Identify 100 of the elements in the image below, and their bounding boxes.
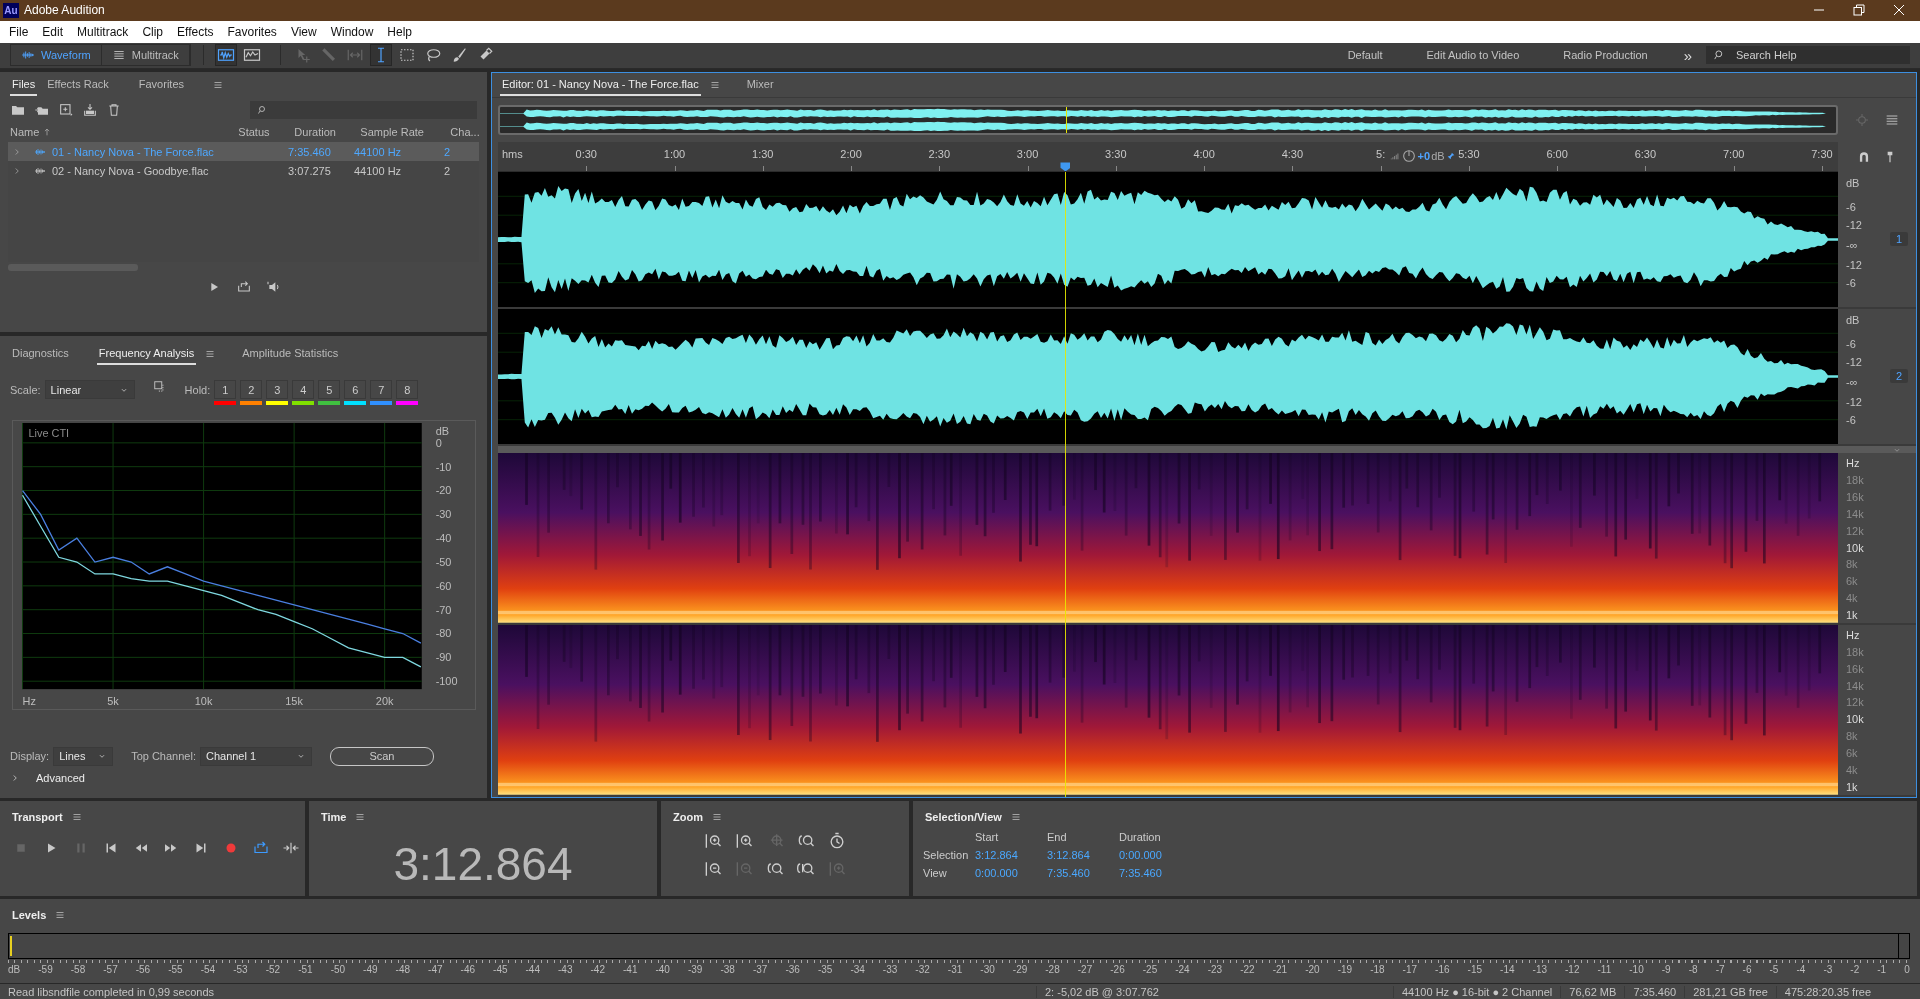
scale-label: -2 — [1850, 963, 1860, 975]
column-header[interactable]: Status — [238, 126, 295, 139]
pin-icon[interactable] — [1445, 151, 1456, 162]
scale-label: -28 — [1045, 963, 1060, 975]
scale-label: -17 — [1402, 963, 1418, 975]
magnet-icon[interactable] — [1857, 150, 1871, 165]
menu-item[interactable]: Help — [380, 24, 420, 39]
hold-button[interactable]: 2 — [240, 380, 263, 400]
time-value[interactable]: 7:35.460 — [1119, 866, 1199, 879]
ruler-label: 0:30 — [575, 148, 597, 161]
column-header[interactable]: Duration — [294, 126, 361, 139]
hold-button[interactable]: 5 — [318, 380, 341, 400]
hold-button[interactable]: 8 — [396, 380, 419, 400]
time-value[interactable]: 3:12.864 — [975, 848, 1047, 861]
gain-unit: dB — [1431, 150, 1445, 163]
ruler-label: 3:00 — [1016, 148, 1039, 161]
scale-label: -4 — [1796, 963, 1806, 975]
trash-icon[interactable] — [106, 102, 122, 119]
scale-label: -8 — [1688, 963, 1698, 975]
column-header[interactable]: Sample Rate — [360, 126, 451, 139]
hold-button[interactable]: 4 — [292, 380, 315, 400]
hold-button[interactable]: 1 — [214, 380, 237, 400]
waveform-view-icon[interactable] — [215, 45, 236, 66]
advanced-toggle[interactable]: Advanced — [0, 766, 95, 791]
channel-dropdown[interactable]: Channel 1 — [199, 746, 312, 766]
ruler-label: 5:30 — [1458, 148, 1480, 161]
scale-label: Scale: — [10, 383, 41, 399]
scan-button[interactable]: Scan — [329, 746, 434, 766]
editor-tab[interactable]: Editor: 01 - Nancy Nova - The Force.flac — [500, 74, 701, 97]
ruler-label: 1:30 — [752, 148, 774, 161]
scale-label: 0 — [1904, 963, 1910, 975]
scale-label: -18 — [1370, 963, 1385, 975]
menu-item[interactable]: View — [283, 24, 324, 39]
time-value[interactable]: 7:35.460 — [1047, 866, 1119, 879]
text-cursor-icon[interactable] — [370, 45, 391, 66]
x-tick-label: Hz — [22, 695, 36, 708]
more-workspaces[interactable]: » — [1669, 47, 1706, 64]
scale-label: -16 — [1435, 963, 1450, 975]
workspace-tab[interactable]: Radio Production — [1541, 49, 1670, 62]
panel-title: Time — [321, 810, 347, 823]
display-dropdown[interactable]: Lines — [53, 746, 114, 766]
scale-label: -45 — [493, 963, 508, 975]
time-value[interactable]: 0:00.000 — [975, 866, 1047, 879]
workspace-tab[interactable]: Default — [1325, 49, 1405, 62]
scale-label: -5 — [1769, 963, 1779, 975]
file-row[interactable]: 02 - Nancy Nova - Goodbye.flac 3:07.275 44100 Hz 2 — [8, 161, 479, 181]
hold-button[interactable]: 3 — [266, 380, 289, 400]
column-header[interactable]: Cha... — [450, 126, 481, 139]
workspace-tab[interactable]: Edit Audio to Video — [1404, 49, 1542, 62]
scale-label: 14k — [1846, 679, 1865, 692]
hold-button[interactable]: 7 — [370, 380, 393, 400]
time-value[interactable]: 0:00.000 — [1119, 848, 1199, 861]
scale-label: -20 — [1305, 963, 1320, 975]
scale-label: -10 — [1629, 963, 1644, 975]
scale-label: 8k — [1846, 558, 1859, 571]
scale-label: -50 — [330, 963, 346, 975]
panel-tab[interactable]: Effects Rack — [45, 74, 111, 97]
y-tick-label: -50 — [435, 556, 452, 569]
search-field[interactable]: Search Help — [1706, 46, 1910, 65]
time-value[interactable]: 3:12.864 — [1047, 848, 1119, 861]
scale-label: -6 — [1846, 276, 1856, 289]
panel-tab[interactable]: Diagnostics — [10, 343, 71, 366]
panel-tab[interactable]: Frequency Analysis — [96, 343, 197, 366]
menu-item[interactable]: Edit — [35, 24, 71, 39]
copy-icon[interactable] — [152, 380, 167, 395]
channel-badge[interactable]: 2 — [1890, 368, 1908, 383]
menu-item[interactable]: Multitrack — [70, 24, 136, 39]
playhead-handle[interactable] — [1060, 162, 1071, 172]
panel-tab[interactable]: Files — [10, 74, 38, 97]
menu-item[interactable]: Effects — [170, 24, 221, 39]
scale-label: -6 — [1846, 337, 1856, 350]
search-field[interactable] — [250, 101, 477, 120]
scale-label: -6 — [1846, 413, 1856, 426]
panel-title: Levels — [12, 908, 47, 921]
menu-item[interactable]: File — [2, 24, 36, 39]
hold-button[interactable]: 6 — [344, 380, 367, 400]
scale-label: -27 — [1077, 963, 1093, 975]
ruler-label: 7:00 — [1722, 148, 1745, 161]
scale-dropdown[interactable]: Linear — [44, 380, 135, 400]
panel-tab[interactable]: Amplitude Statistics — [240, 343, 341, 366]
channel-badge[interactable]: 1 — [1890, 231, 1908, 246]
scale-label: -26 — [1110, 963, 1125, 975]
scale-label: -35 — [817, 963, 833, 975]
panel-title: Transport — [12, 810, 63, 823]
knob-icon[interactable] — [1400, 148, 1417, 165]
scale-label: -∞ — [1846, 375, 1858, 388]
scale-label: -29 — [1012, 963, 1028, 975]
scale-label: -34 — [850, 963, 865, 975]
editor-tab[interactable]: Mixer — [744, 74, 776, 97]
scale-label: 6k — [1846, 747, 1859, 759]
table-cell-text: 7:35.460 — [288, 145, 332, 158]
menu-item[interactable]: Window — [323, 24, 381, 39]
column-header[interactable]: Name — [10, 126, 40, 139]
splitter-bar[interactable] — [498, 446, 1838, 454]
tray-icon[interactable] — [82, 102, 98, 119]
time-ruler[interactable]: hms 0:30 1:00 1:30 2:00 2:30 3:00 3:30 4:00 4:30 5: +0dB 5:30 6:00 6:30 7:00 7:30 — [498, 142, 1838, 173]
menu-item[interactable]: Favorites — [220, 24, 284, 39]
scale-label: -39 — [687, 963, 703, 975]
panel-tab[interactable]: Favorites — [136, 74, 187, 97]
menu-item[interactable]: Clip — [135, 24, 171, 39]
